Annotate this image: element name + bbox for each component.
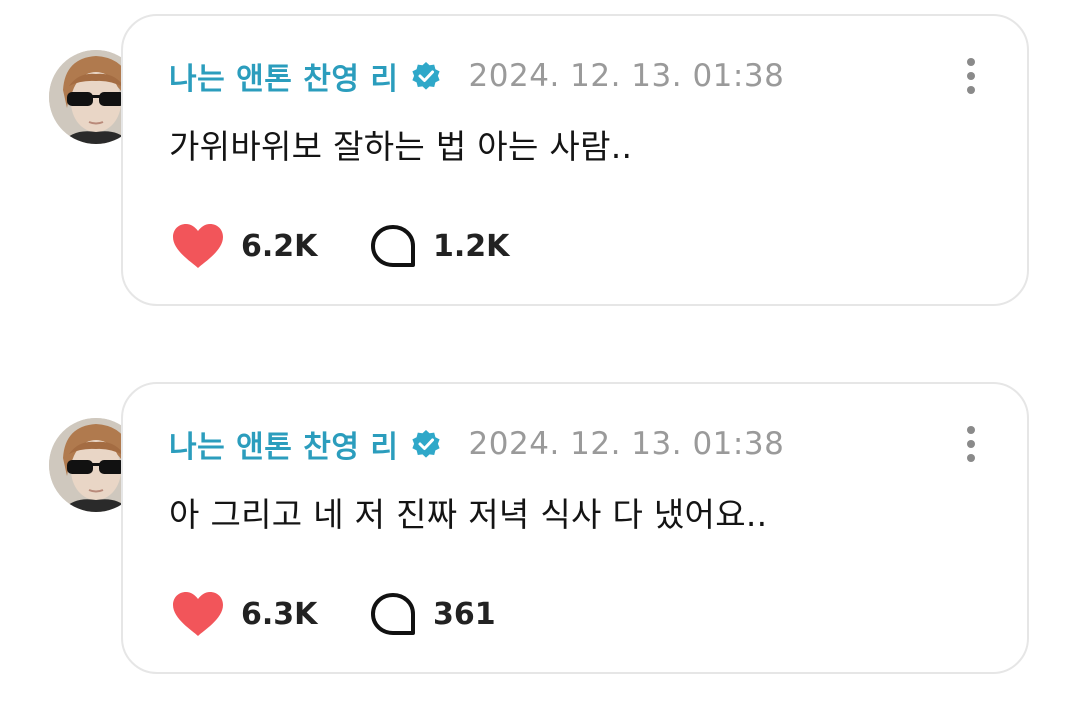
like-button[interactable]: 6.2K (171, 222, 369, 270)
post-card[interactable]: 나는 앤톤 찬영 리 2024. 12. 13. 01:38 아 그리고 네 저… (121, 382, 1029, 674)
post-text: 아 그리고 네 저 진짜 저녁 식사 다 냈어요.. (169, 495, 768, 534)
comment-bubble-icon (369, 222, 417, 270)
comment-count: 361 (433, 596, 496, 632)
like-count: 6.2K (241, 228, 318, 264)
like-count: 6.3K (241, 596, 318, 632)
post-item: 나는 앤톤 찬영 리 2024. 12. 13. 01:38 가위바위보 잘하는… (0, 14, 1080, 309)
more-vertical-icon[interactable] (963, 56, 979, 96)
heart-icon (171, 590, 225, 638)
post-actions: 6.3K 361 (171, 588, 496, 640)
post-card[interactable]: 나는 앤톤 찬영 리 2024. 12. 13. 01:38 가위바위보 잘하는… (121, 14, 1029, 306)
post-header: 나는 앤톤 찬영 리 2024. 12. 13. 01:38 (169, 54, 784, 98)
post-timestamp: 2024. 12. 13. 01:38 (468, 426, 785, 462)
post-text: 가위바위보 잘하는 법 아는 사람.. (169, 127, 633, 166)
verified-badge-icon (409, 59, 443, 93)
verified-badge-icon (409, 427, 443, 461)
comment-bubble-icon (369, 590, 417, 638)
author-name[interactable]: 나는 앤톤 찬영 리 (169, 422, 399, 466)
post-timestamp: 2024. 12. 13. 01:38 (468, 58, 785, 94)
heart-icon (171, 222, 225, 270)
comment-button[interactable]: 361 (369, 590, 496, 638)
post-item: 나는 앤톤 찬영 리 2024. 12. 13. 01:38 아 그리고 네 저… (0, 382, 1080, 677)
more-vertical-icon[interactable] (963, 424, 979, 464)
post-header: 나는 앤톤 찬영 리 2024. 12. 13. 01:38 (169, 422, 784, 466)
comment-count: 1.2K (433, 228, 510, 264)
post-actions: 6.2K 1.2K (171, 220, 509, 272)
comment-button[interactable]: 1.2K (369, 222, 509, 270)
author-name[interactable]: 나는 앤톤 찬영 리 (169, 54, 399, 98)
feed: 나는 앤톤 찬영 리 2024. 12. 13. 01:38 가위바위보 잘하는… (0, 0, 1080, 705)
like-button[interactable]: 6.3K (171, 590, 369, 638)
